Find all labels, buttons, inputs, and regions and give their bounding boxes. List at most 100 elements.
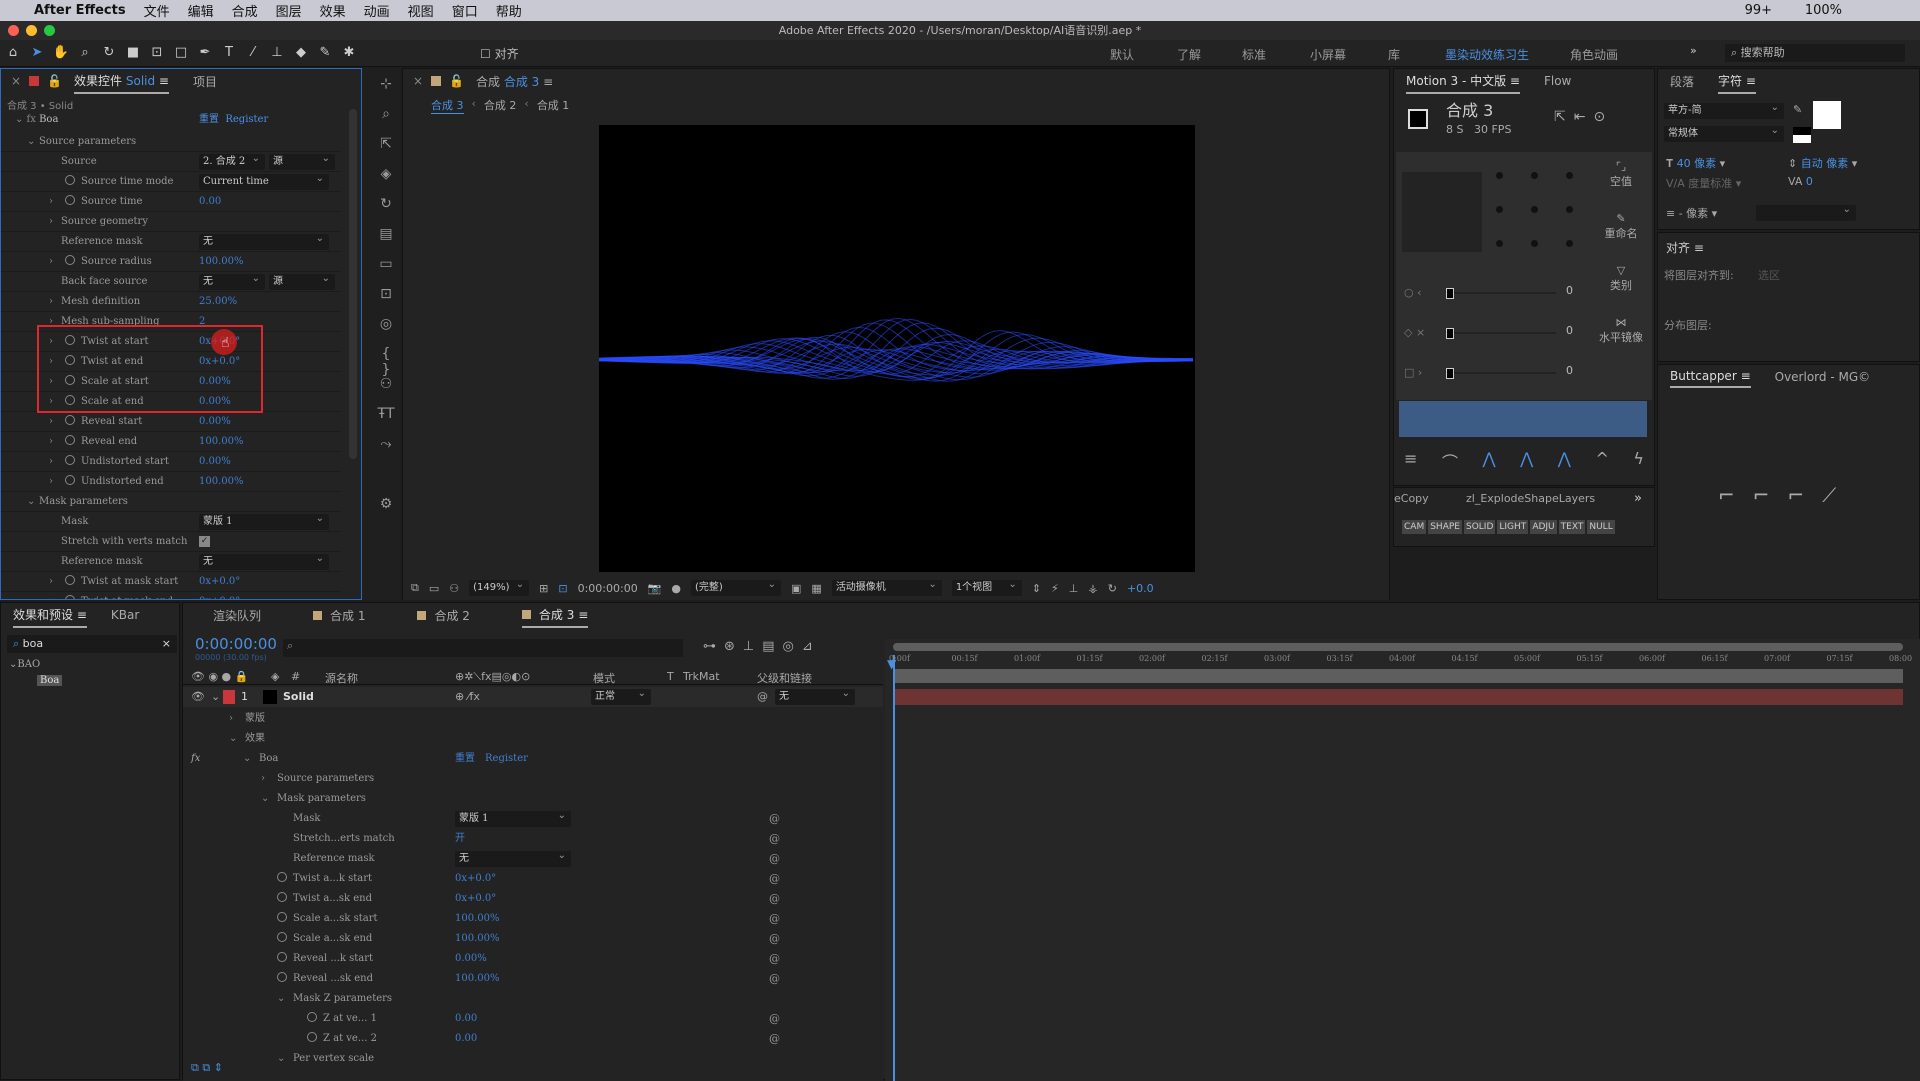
menu-item[interactable]: 图层 — [276, 1, 302, 20]
tab-overlord[interactable]: Overlord - MG© — [1775, 367, 1871, 387]
stopwatch-icon[interactable] — [65, 175, 75, 185]
effect-param-row[interactable]: › Mesh definition 25.00% — [1, 292, 341, 312]
rectangle-tool-icon[interactable]: □ — [170, 43, 192, 63]
tab-character[interactable]: 字符 ≡ — [1718, 69, 1756, 94]
param-value[interactable]: 100.00% — [199, 472, 244, 492]
expand-icon[interactable]: › — [49, 212, 53, 232]
close-panel-icon[interactable]: × — [413, 74, 423, 88]
menu-icon[interactable]: ≡ — [1404, 449, 1417, 473]
side-tool-icon-5[interactable]: ▤ — [376, 226, 396, 242]
expand-icon[interactable]: › — [49, 472, 53, 492]
timeline-property-row[interactable]: › Source parameters — [183, 769, 883, 789]
menu-item[interactable]: 效果 — [320, 1, 346, 20]
motion-curve-graph[interactable] — [1399, 401, 1647, 437]
side-tool-icon-3[interactable]: ◈ — [376, 166, 396, 182]
motion-button-2[interactable]: ▽ 类别 — [1596, 264, 1646, 293]
search-help-input[interactable]: ⌕ 搜索帮助 — [1725, 44, 1905, 62]
ease-in-icon[interactable]: ⋀ — [1482, 449, 1495, 473]
camera-select[interactable]: 活动摄像机 — [831, 577, 942, 596]
create-solid-button[interactable]: SOLID — [1463, 520, 1496, 534]
expand-icon[interactable]: › — [49, 192, 53, 212]
roto-brush-tool-icon[interactable]: ✎ — [314, 43, 336, 63]
side-tool-icon-11[interactable]: ŦT — [376, 406, 396, 422]
expand-icon[interactable]: › — [49, 412, 53, 432]
property-select[interactable]: 无 — [455, 848, 571, 867]
param-value[interactable]: 0x+0.0° — [199, 592, 240, 599]
effect-param-row[interactable]: › Source geometry — [1, 212, 341, 232]
playhead[interactable] — [893, 655, 895, 1081]
side-tool-icon-12[interactable]: ⤳ — [376, 436, 396, 452]
tab-buttcapper[interactable]: Buttcapper ≡ — [1670, 366, 1751, 388]
property-value[interactable]: 0x+0.0° — [455, 869, 496, 889]
workspace-5[interactable]: 墨染动效练习生 — [1445, 46, 1529, 63]
timeline-property-row[interactable]: › 蒙版 — [183, 709, 883, 729]
stopwatch-icon[interactable] — [65, 455, 75, 465]
workspace-2[interactable]: 标准 — [1242, 46, 1266, 63]
stopwatch-icon[interactable] — [277, 872, 287, 882]
comp-breadcrumb[interactable]: 合成 1 — [537, 97, 570, 114]
brush-tool-icon[interactable]: ⁄ — [242, 43, 264, 63]
param-value[interactable]: 100.00% — [199, 432, 244, 452]
layer-name[interactable]: Solid — [283, 690, 314, 703]
property-value[interactable]: 100.00% — [455, 969, 500, 989]
ease-both-icon[interactable]: ⋀ — [1520, 449, 1533, 473]
stopwatch-icon[interactable] — [65, 195, 75, 205]
timeline-icon[interactable]: ⊥ — [1069, 582, 1079, 595]
expand-icon[interactable]: › — [49, 592, 53, 599]
leading-field[interactable]: ⇕ 自动 像素 ▾ — [1788, 155, 1857, 171]
time-graph[interactable]: ▼ 0:00f 00:15f 01:00f 01:15f 02:00f 02:15f 03:… — [885, 639, 1920, 1081]
resolution-select[interactable]: (完整) — [691, 577, 781, 596]
stopwatch-icon[interactable] — [65, 255, 75, 265]
timeline-property-row[interactable]: Twist a...sk end 0x+0.0° @ — [183, 889, 883, 909]
anchor-dot[interactable] — [1496, 206, 1503, 213]
stopwatch-icon[interactable] — [307, 1032, 317, 1042]
expand-icon[interactable]: › — [49, 292, 53, 312]
expression-pickwhip-icon[interactable]: @ — [769, 849, 780, 869]
fx-icon[interactable]: fx — [191, 749, 200, 769]
expression-pickwhip-icon[interactable]: @ — [769, 809, 780, 829]
slider-handle[interactable] — [1446, 288, 1454, 299]
workspace-4[interactable]: 库 — [1388, 46, 1400, 63]
timeline-tab-2[interactable]: 合成 2 — [417, 604, 470, 627]
workspace-3[interactable]: 小屏幕 — [1310, 46, 1346, 63]
grid-icon[interactable]: ⊞ — [539, 582, 548, 595]
stroke-color-swatch[interactable] — [1793, 127, 1811, 143]
timeline-property-row[interactable]: ⌄ 效果 — [183, 729, 883, 749]
pixel-aspect-icon[interactable]: ⇕ — [1032, 582, 1041, 595]
side-tool-icon-7[interactable]: ⊡ — [376, 286, 396, 302]
create-null-button[interactable]: NULL — [1587, 520, 1615, 534]
hand-tool-icon[interactable]: ✋ — [50, 43, 72, 63]
menu-item[interactable]: 编辑 — [188, 1, 214, 20]
motion-anchor-buttons[interactable]: ⇱⇤⊙ — [1554, 109, 1613, 125]
explode-tab[interactable]: zl_ExplodeShapeLayers — [1466, 492, 1595, 505]
ease-out-icon[interactable]: ⋀ — [1558, 449, 1571, 473]
cap-buttons[interactable]: ⌐⌐⌐⟋ — [1718, 483, 1854, 507]
tab-effects-presets[interactable]: 效果和预设 ≡ — [13, 603, 87, 628]
register-link[interactable]: Register — [485, 749, 528, 769]
time-navigator[interactable] — [893, 669, 1903, 683]
timeline-tab-3[interactable]: 合成 3 ≡ — [521, 603, 589, 628]
effect-param-row[interactable]: › Source radius 100.00% — [1, 252, 341, 272]
effect-param-row[interactable]: Stretch with verts match ✓ — [1, 532, 341, 552]
slider-handle[interactable] — [1446, 328, 1454, 339]
timeline-tab-0[interactable]: 渲染队列 — [213, 604, 261, 627]
param-value[interactable]: 0.00% — [199, 412, 231, 432]
transparency-grid-icon[interactable]: ⊡ — [558, 582, 567, 595]
timeline-property-row[interactable]: Z at ve... 2 0.00 @ — [183, 1029, 883, 1049]
comp-breadcrumb[interactable]: 合成 3 — [431, 97, 464, 114]
tab-motion[interactable]: Motion 3 - 中文版 ≡ — [1406, 69, 1520, 94]
menu-item[interactable]: 文件 — [144, 1, 170, 20]
color-channels-icon[interactable]: ● — [671, 582, 681, 595]
expression-pickwhip-icon[interactable]: @ — [769, 889, 780, 909]
side-tool-icon-10[interactable]: ⚇ — [376, 376, 396, 392]
timeline-property-row[interactable]: ⌄ Per vertex scale — [183, 1049, 883, 1069]
fast-previews-icon[interactable]: ⚡ — [1051, 582, 1059, 595]
close-window-button[interactable] — [8, 25, 19, 36]
align-checkbox[interactable]: ☐ 对齐 — [480, 45, 519, 62]
property-value[interactable]: 0x+0.0° — [455, 889, 496, 909]
pen-tool-icon[interactable]: ✒ — [194, 43, 216, 63]
magnification-select[interactable]: (149%) — [469, 577, 530, 596]
timeline-property-row[interactable]: Stretch...erts match 开 @ — [183, 829, 883, 849]
stopwatch-icon[interactable] — [277, 952, 287, 962]
collapse-icon[interactable]: ⌄ — [277, 989, 285, 1009]
